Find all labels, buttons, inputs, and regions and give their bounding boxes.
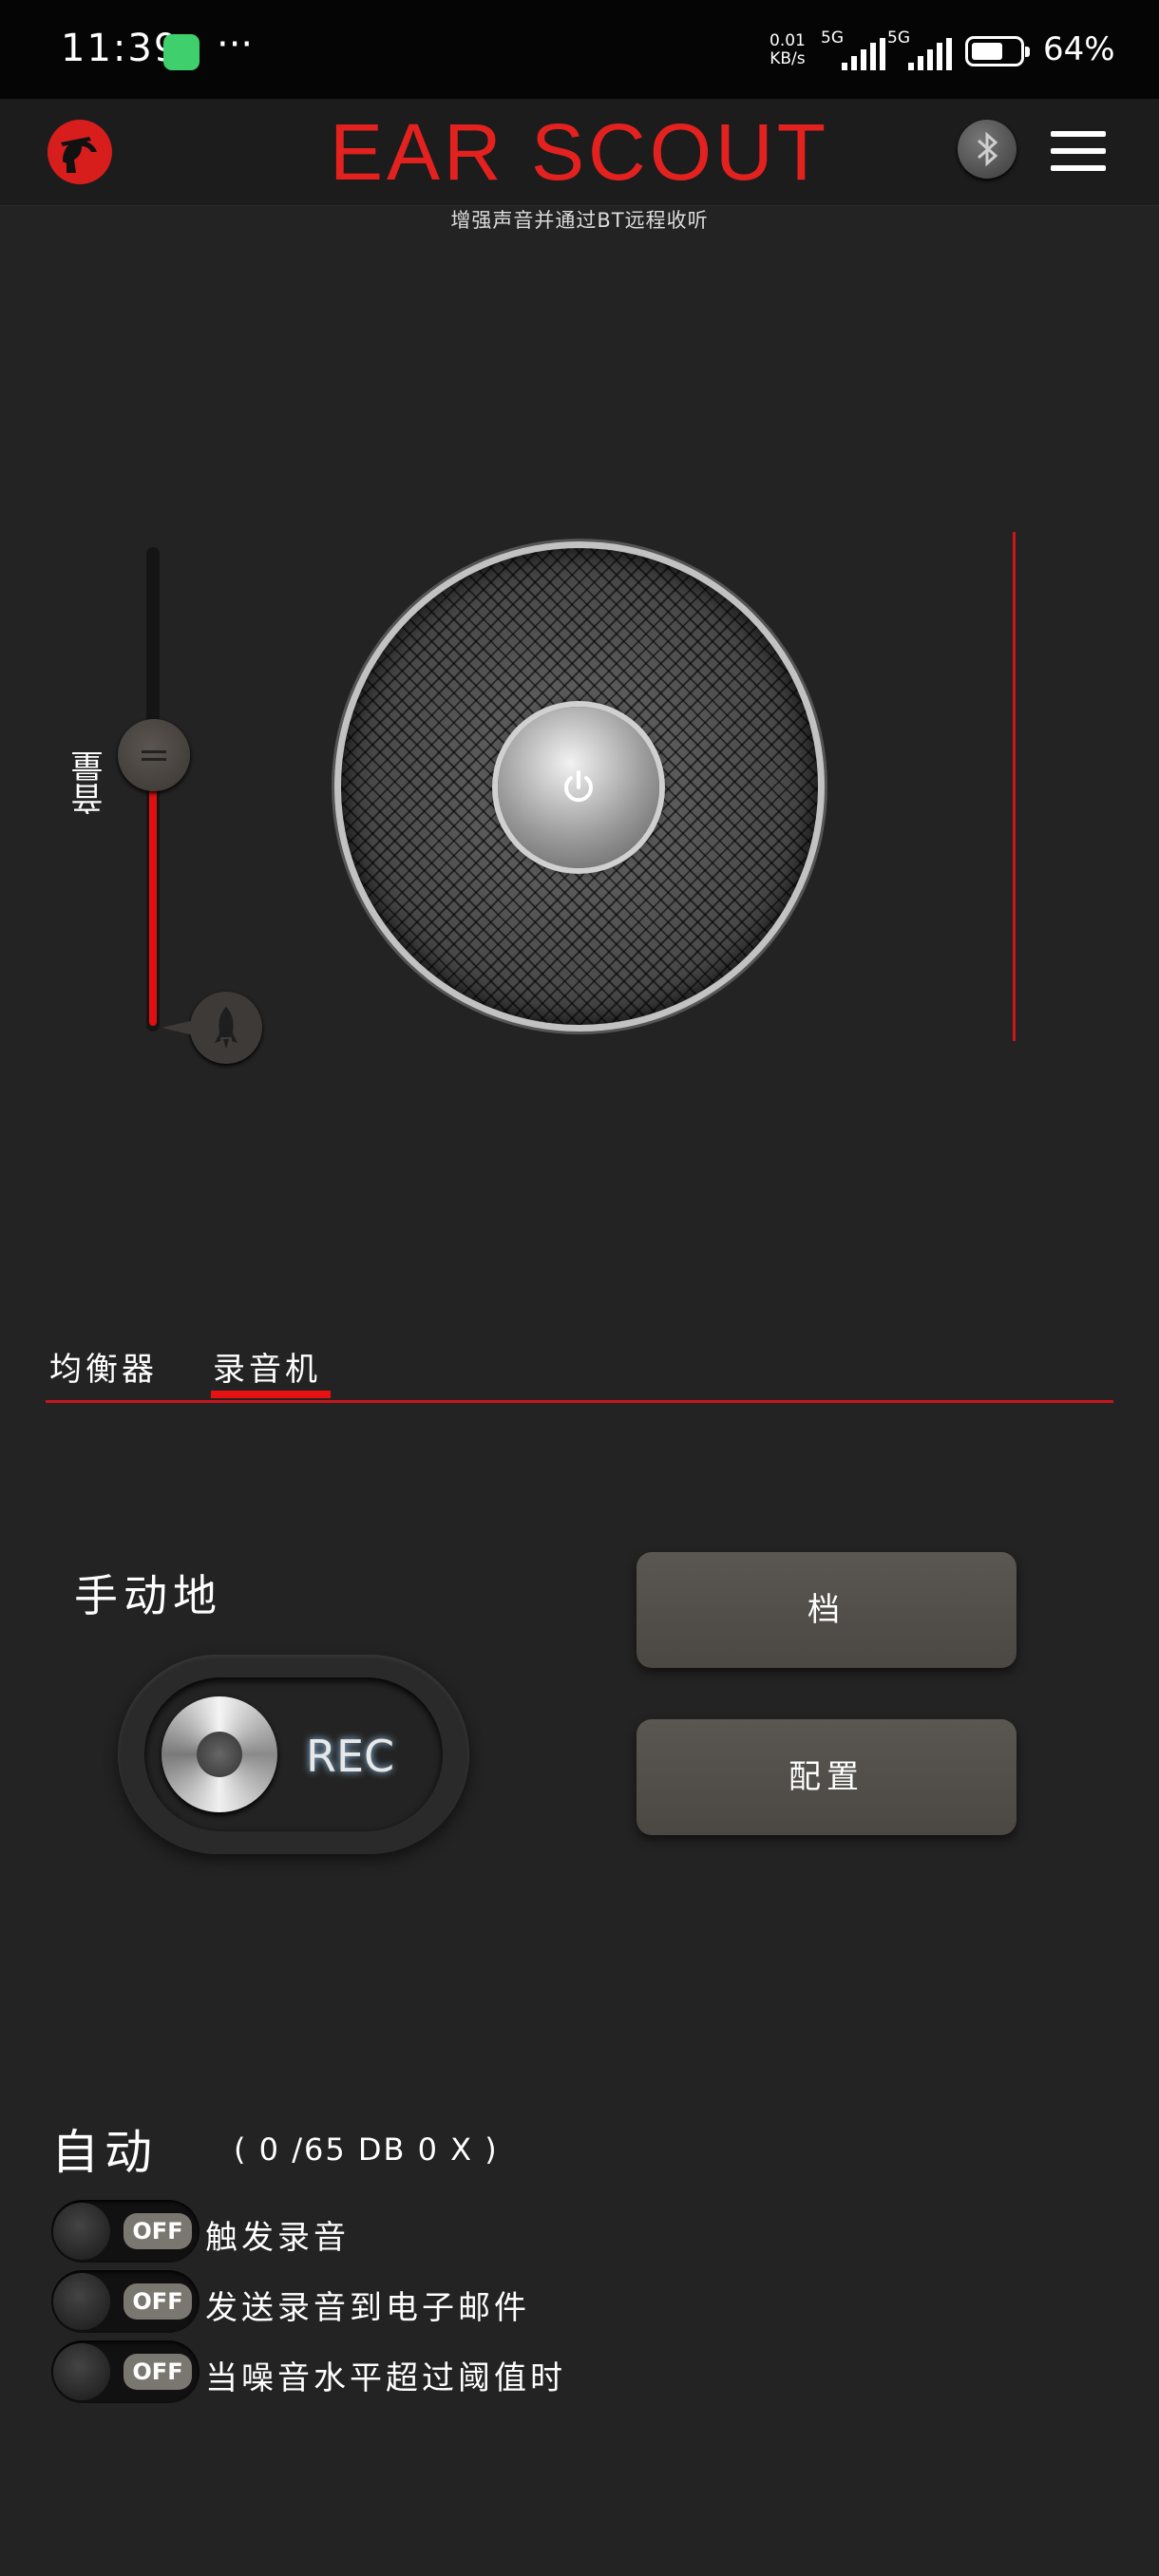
network-speed-unit: KB/s [770, 49, 806, 68]
battery-percent: 64% [1043, 30, 1115, 68]
boost-button[interactable] [162, 992, 262, 1064]
status-bar: 11:39 ··· 0.01 KB/s 5G 5G 64% [0, 0, 1159, 99]
email-recording-label: 发送录音到电子邮件 [205, 2289, 530, 2327]
manual-section-title: 手动地 [74, 1570, 222, 1621]
network-speed-value: 0.01 [770, 31, 806, 50]
volume-label: 音量 [71, 750, 109, 815]
bluetooth-icon [978, 131, 998, 167]
active-tab-indicator [211, 1391, 331, 1398]
network-type-2: 5G [887, 28, 910, 47]
config-button[interactable]: 配置 [636, 1719, 1016, 1835]
signal-icon [908, 38, 956, 70]
noise-threshold-label: 当噪音水平超过阈值时 [205, 2359, 566, 2397]
more-notifications-icon: ··· [217, 23, 254, 66]
tab-divider [46, 1400, 1113, 1403]
network-speed: 0.01 KB/s [770, 32, 806, 68]
switch-state: OFF [124, 2354, 192, 2390]
switch-state: OFF [124, 2213, 192, 2249]
rec-label: REC [306, 1731, 395, 1782]
battery-icon [965, 36, 1030, 66]
status-time: 11:39 [61, 27, 180, 70]
auto-section-title: 自动 [51, 2125, 158, 2180]
trigger-recording-label: 触发录音 [205, 2219, 350, 2257]
switch-state: OFF [124, 2283, 192, 2320]
trigger-recording-switch[interactable]: OFF [51, 2200, 200, 2263]
menu-button[interactable] [1051, 131, 1106, 171]
auto-threshold-status: ( 0 /65 DB 0 X ) [234, 2131, 499, 2168]
rec-toggle-knob[interactable] [162, 1696, 277, 1812]
switch-thumb [53, 2273, 110, 2330]
volume-slider-fill [149, 755, 157, 1026]
files-button[interactable]: 档 [636, 1552, 1016, 1668]
switch-thumb [53, 2203, 110, 2260]
network-type-1: 5G [821, 28, 844, 47]
rocket-icon [215, 1007, 238, 1049]
bluetooth-button[interactable] [958, 120, 1016, 179]
switch-thumb [53, 2343, 110, 2400]
app-subtitle: 增强声音并通过BT远程收听 [450, 209, 709, 232]
tab-recorder[interactable]: 录音机 [213, 1343, 321, 1390]
tab-equalizer[interactable]: 均衡器 [49, 1343, 158, 1390]
power-button[interactable] [498, 707, 659, 868]
noise-threshold-switch[interactable]: OFF [51, 2340, 200, 2403]
power-icon [564, 770, 593, 803]
sound-level-meter [1013, 532, 1016, 1041]
signal-icon [842, 38, 889, 70]
volume-slider-handle[interactable] [118, 719, 190, 791]
app-notification-icon [163, 34, 200, 70]
email-recording-switch[interactable]: OFF [51, 2270, 200, 2333]
